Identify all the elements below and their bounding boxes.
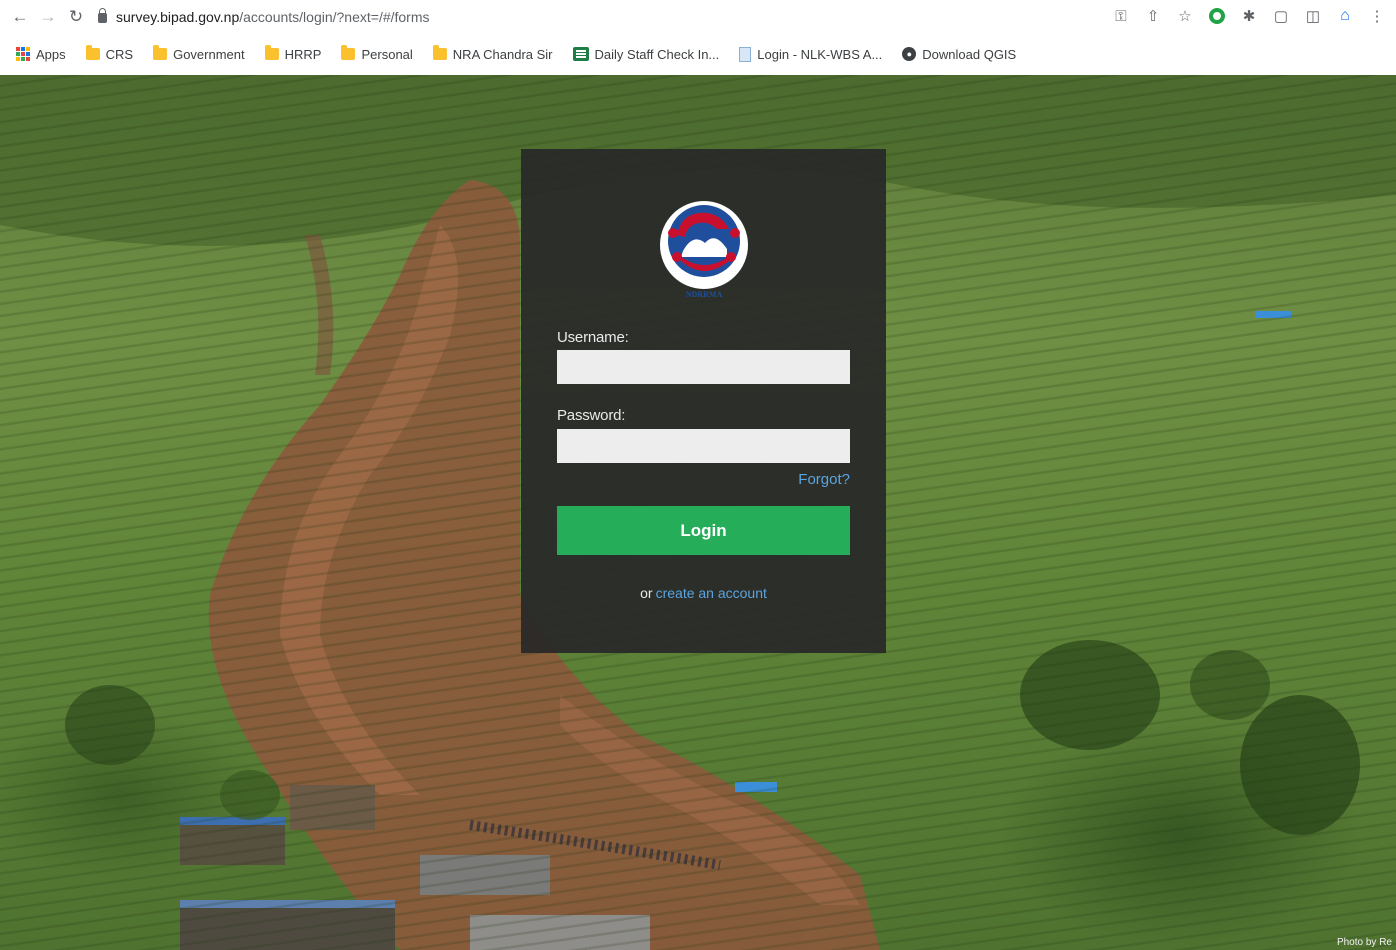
login-button[interactable]: Login	[557, 506, 850, 555]
or-text: or	[640, 585, 653, 601]
sheets-icon	[572, 47, 589, 61]
globe-icon: ●	[902, 47, 917, 61]
key-icon[interactable]: ⚿	[1110, 5, 1132, 27]
password-label: Password:	[557, 407, 626, 424]
bookmark-crs[interactable]: CRS	[85, 45, 134, 62]
document-icon	[739, 46, 752, 62]
bookmark-label: Download QGIS	[922, 46, 1017, 62]
bookmark-label: Apps	[36, 46, 66, 62]
bookmark-label: Personal	[361, 46, 413, 62]
ndrrma-logo: NDRRMA	[660, 201, 748, 299]
password-input[interactable]	[557, 429, 850, 463]
reload-icon[interactable]: ↻	[62, 3, 90, 31]
username-input[interactable]	[557, 350, 850, 384]
forward-arrow-icon[interactable]: →	[34, 3, 62, 31]
bookmark-login-nlk-wbs[interactable]: Login - NLK-WBS A...	[739, 46, 883, 62]
login-card: NDRRMA Username: Password: Forgot? Login…	[521, 149, 886, 653]
bookmark-label: Daily Staff Check In...	[594, 46, 720, 62]
create-account-line: or create an account	[521, 585, 886, 601]
bookmark-label: NRA Chandra Sir	[452, 46, 553, 62]
cast-icon[interactable]: ▢	[1270, 5, 1292, 27]
folder-icon	[264, 45, 279, 60]
lock-icon[interactable]	[98, 8, 107, 23]
apps-grid-icon	[16, 47, 30, 61]
folder-icon	[432, 45, 447, 60]
folder-icon	[85, 45, 100, 60]
logo-text: NDRRMA	[686, 290, 723, 299]
create-account-link[interactable]: create an account	[656, 585, 767, 601]
menu-icon[interactable]: ⋮	[1366, 5, 1388, 27]
house-extension-icon[interactable]: ⌂	[1334, 5, 1356, 27]
address-bar: ← → ↻ survey.bipad.gov.np/accounts/login…	[0, 0, 1396, 33]
url-field[interactable]: survey.bipad.gov.np/accounts/login/?next…	[98, 3, 430, 31]
share-icon[interactable]: ⇧	[1142, 5, 1164, 27]
bookmark-government[interactable]: Government	[153, 45, 245, 62]
forgot-password-link[interactable]: Forgot?	[798, 471, 850, 488]
puzzle-icon[interactable]: ✱	[1238, 5, 1260, 27]
bookmark-nra-chandra-sir[interactable]: NRA Chandra Sir	[432, 45, 553, 62]
url-host: survey.bipad.gov.np	[116, 8, 240, 25]
bookmark-label: HRRP	[284, 46, 322, 62]
username-label: Username:	[557, 329, 629, 346]
bookmark-hrrp[interactable]: HRRP	[264, 45, 322, 62]
bookmark-personal[interactable]: Personal	[341, 45, 413, 62]
bookmark-label: Login - NLK-WBS A...	[757, 46, 883, 62]
folder-icon	[153, 45, 168, 60]
bookmark-apps[interactable]: Apps	[16, 47, 66, 62]
bookmark-label: Government	[173, 46, 245, 62]
bookmark-label: CRS	[105, 46, 134, 62]
bookmark-download-qgis[interactable]: ● Download QGIS	[902, 47, 1016, 62]
back-arrow-icon[interactable]: ←	[6, 3, 34, 31]
star-icon[interactable]: ☆	[1174, 5, 1196, 27]
sidepanel-icon[interactable]: ◫	[1302, 5, 1324, 27]
url-path: /accounts/login/?next=/#/forms	[239, 8, 430, 25]
bookmark-daily-staff-check-in[interactable]: Daily Staff Check In...	[572, 46, 720, 62]
photo-credit: Photo by Re	[1336, 937, 1392, 948]
folder-icon	[341, 45, 356, 60]
bookmarks-bar: Apps CRS Government HRRP Personal NRA Ch…	[0, 33, 1396, 75]
toolbar-icons: ⚿ ⇧ ☆ ✱ ▢ ◫ ⌂ ⋮	[1110, 3, 1388, 29]
extension-green-icon[interactable]	[1206, 5, 1228, 27]
